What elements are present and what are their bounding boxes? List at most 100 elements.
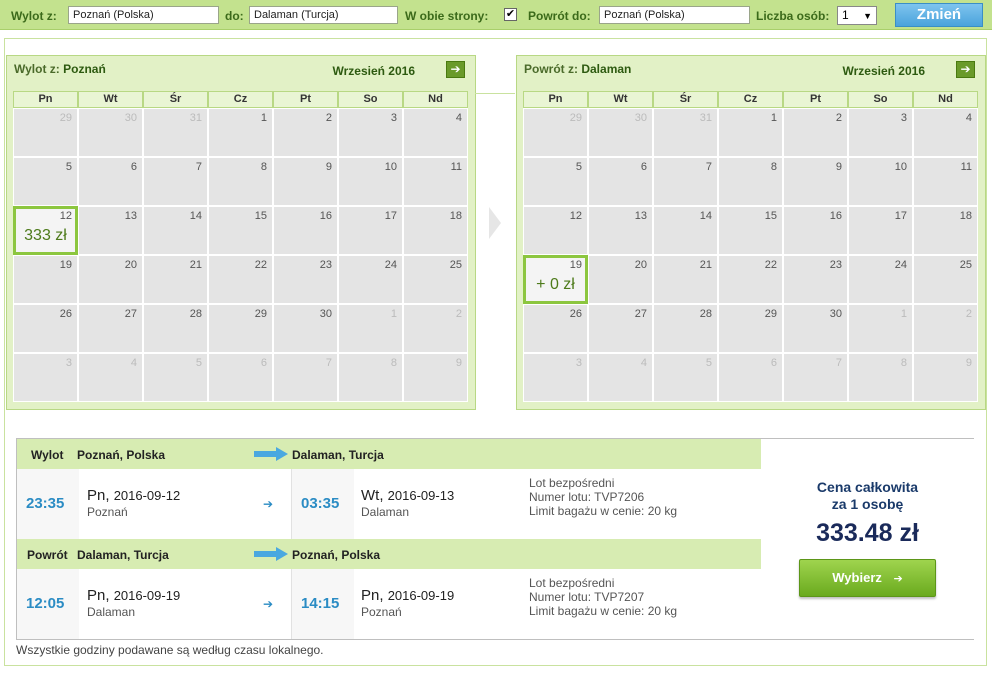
- calendar-day[interactable]: 14: [143, 206, 208, 255]
- calendar-day[interactable]: 8: [718, 157, 783, 206]
- calendar-day[interactable]: 17: [338, 206, 403, 255]
- from-input[interactable]: Poznań (Polska): [68, 6, 219, 24]
- calendar-day[interactable]: 6: [78, 157, 143, 206]
- day-number: 25: [959, 259, 972, 271]
- day-number: 30: [319, 308, 332, 320]
- calendar-day[interactable]: 4: [913, 108, 978, 157]
- calendar-day[interactable]: 30: [273, 304, 338, 353]
- calendar-day[interactable]: 1: [208, 108, 273, 157]
- day-number: 17: [384, 210, 397, 222]
- calendar-day[interactable]: 22: [718, 255, 783, 304]
- roundtrip-checkbox[interactable]: ✔: [504, 8, 517, 21]
- day-number: 14: [699, 210, 712, 222]
- calendar-day[interactable]: 4: [403, 108, 468, 157]
- calendar-day[interactable]: 23: [273, 255, 338, 304]
- search-bar: Wylot z: Poznań (Polska) do: Dalaman (Tu…: [0, 0, 992, 30]
- calendar-day[interactable]: 30: [783, 304, 848, 353]
- calendar-day: 5: [143, 353, 208, 402]
- departure-time: 12:05: [26, 595, 65, 612]
- day-number: 1: [900, 308, 907, 320]
- calendar-day[interactable]: 6: [588, 157, 653, 206]
- calendar-day[interactable]: 25: [403, 255, 468, 304]
- calendar-day[interactable]: 5: [523, 157, 588, 206]
- calendar-day[interactable]: 1: [718, 108, 783, 157]
- day-number: 26: [569, 308, 582, 320]
- choose-button[interactable]: Wybierz ➔: [799, 559, 936, 597]
- calendar-day[interactable]: 20: [78, 255, 143, 304]
- arrival-date: Pn, 2016-09-19: [361, 587, 454, 604]
- arrival-weekday: Wt,: [361, 487, 384, 504]
- calendar-day[interactable]: 2: [783, 108, 848, 157]
- calendar-day[interactable]: 2: [273, 108, 338, 157]
- change-button[interactable]: Zmień: [895, 3, 983, 27]
- next-month-button[interactable]: ➔: [956, 61, 975, 78]
- calendar-day[interactable]: 26: [13, 304, 78, 353]
- selected-day[interactable]: 19 + 0 zł: [523, 255, 588, 304]
- calendar-day[interactable]: 25: [913, 255, 978, 304]
- calendar-day[interactable]: 28: [653, 304, 718, 353]
- baggage-limit: Limit bagażu w cenie: 20 kg: [529, 504, 678, 518]
- direct-flight-text: Lot bezpośredni: [529, 576, 615, 590]
- calendar-day[interactable]: 12: [523, 206, 588, 255]
- calendar-day: 7: [273, 353, 338, 402]
- calendar-day[interactable]: 3: [848, 108, 913, 157]
- persons-label: Liczba osób:: [756, 9, 830, 23]
- day-number: 4: [965, 112, 972, 124]
- calendar-day[interactable]: 11: [403, 157, 468, 206]
- calendar-day[interactable]: 7: [653, 157, 718, 206]
- calendar-day[interactable]: 13: [78, 206, 143, 255]
- calendar-day[interactable]: 19: [13, 255, 78, 304]
- day-number: 9: [835, 161, 842, 173]
- calendar-day[interactable]: 29: [208, 304, 273, 353]
- calendar-day[interactable]: 16: [783, 206, 848, 255]
- calendar-day[interactable]: 28: [143, 304, 208, 353]
- calendar-day: 29: [523, 108, 588, 157]
- calendar-day[interactable]: 17: [848, 206, 913, 255]
- next-month-button[interactable]: ➔: [446, 61, 465, 78]
- calendar-day[interactable]: 9: [273, 157, 338, 206]
- arrival-date-value: 2016-09-13: [387, 488, 455, 503]
- day-number: 9: [965, 357, 972, 369]
- calendar-day[interactable]: 10: [338, 157, 403, 206]
- day-number: 27: [124, 308, 137, 320]
- selected-day[interactable]: 12 333 zł: [13, 206, 78, 255]
- calendar-day[interactable]: 18: [403, 206, 468, 255]
- day-number: 25: [449, 259, 462, 271]
- calendar-day[interactable]: 20: [588, 255, 653, 304]
- calendar-day[interactable]: 27: [588, 304, 653, 353]
- calendar-day[interactable]: 14: [653, 206, 718, 255]
- calendar-day[interactable]: 16: [273, 206, 338, 255]
- persons-select[interactable]: 1 ▼: [837, 6, 877, 25]
- calendar-day[interactable]: 23: [783, 255, 848, 304]
- calendar-day[interactable]: 13: [588, 206, 653, 255]
- departure-place: Dalaman: [87, 605, 136, 619]
- calendar-day[interactable]: 26: [523, 304, 588, 353]
- calendar-grid: Pn Wt Śr Cz Pt So Nd 29 30 31 1 2 3 4 5 6 7 8 9 10 11 12 333 z…: [13, 91, 469, 402]
- calendar-day[interactable]: 21: [143, 255, 208, 304]
- calendar-day[interactable]: 8: [208, 157, 273, 206]
- calendar-day[interactable]: 7: [143, 157, 208, 206]
- calendar-title-prefix: Powrót z:: [524, 62, 578, 76]
- calendar-day[interactable]: 18: [913, 206, 978, 255]
- return-input[interactable]: Poznań (Polska): [599, 6, 750, 24]
- calendar-day[interactable]: 9: [783, 157, 848, 206]
- calendar-day[interactable]: 22: [208, 255, 273, 304]
- weekday-header: Nd: [913, 91, 978, 108]
- calendar-day[interactable]: 15: [208, 206, 273, 255]
- to-input[interactable]: Dalaman (Turcja): [249, 6, 398, 24]
- calendar-day[interactable]: 21: [653, 255, 718, 304]
- calendar-month: Wrzesień 2016: [332, 64, 416, 78]
- calendar-day[interactable]: 27: [78, 304, 143, 353]
- day-number: 18: [959, 210, 972, 222]
- calendar-day[interactable]: 24: [338, 255, 403, 304]
- calendar-day[interactable]: 15: [718, 206, 783, 255]
- calendar-day[interactable]: 3: [338, 108, 403, 157]
- calendar-day[interactable]: 10: [848, 157, 913, 206]
- calendar-day[interactable]: 29: [718, 304, 783, 353]
- day-price: 333 zł: [24, 227, 67, 244]
- calendar-day[interactable]: 5: [13, 157, 78, 206]
- weekday-header: Cz: [208, 91, 273, 108]
- calendar-day[interactable]: 24: [848, 255, 913, 304]
- chevron-right-icon: [489, 207, 501, 239]
- calendar-day[interactable]: 11: [913, 157, 978, 206]
